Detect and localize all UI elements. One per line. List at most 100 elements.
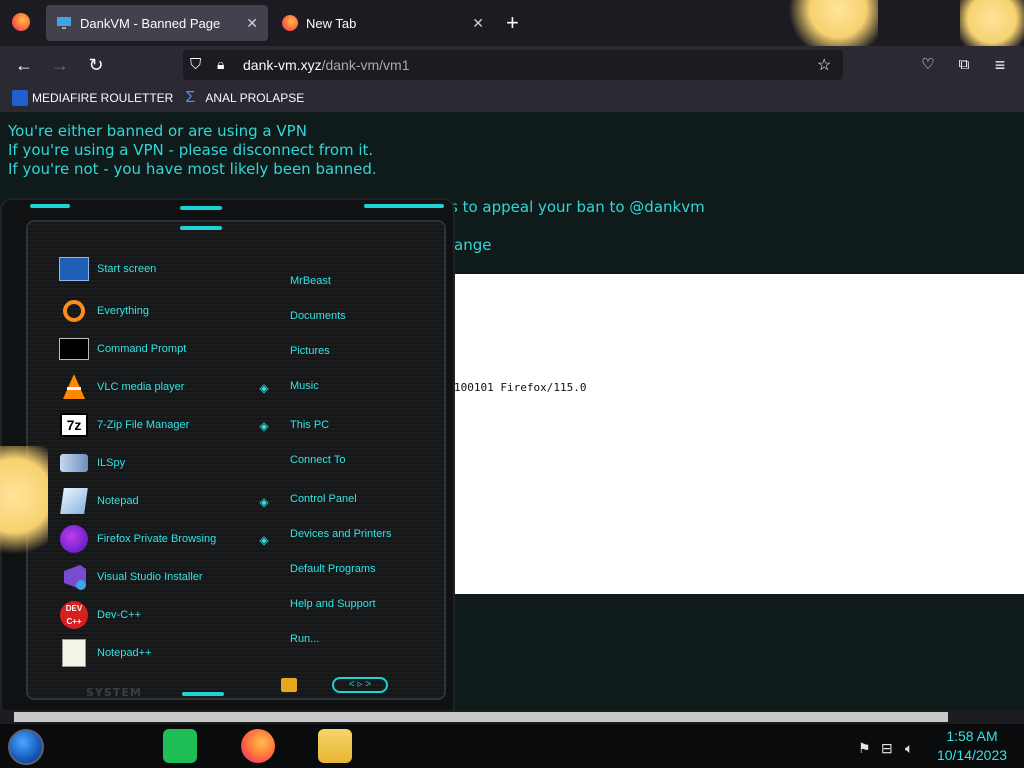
navigation-bar: ← → ↻ ⛉ 🔒︎ dank-vm.xyz/dank-vm/vm1 ☆ ♡ ⧉… <box>0 46 1024 84</box>
ban-line-banned: If you're not - you have most likely bee… <box>8 160 377 178</box>
magnifier-icon <box>58 296 90 326</box>
flag-icon[interactable]: ⚑ <box>858 740 871 757</box>
bookmark-label: MEDIAFIRE ROULETTER <box>32 91 174 105</box>
start-item-notepad[interactable]: Notepad <box>58 484 248 518</box>
taskbar <box>0 710 1024 768</box>
menu-icon[interactable]: ≡ <box>988 54 1012 78</box>
start-link-mrbeast[interactable]: MrBeast <box>290 275 331 287</box>
start-link-help-support[interactable]: Help and Support <box>290 598 376 610</box>
start-link-documents[interactable]: Documents <box>290 310 346 322</box>
start-item-label: Command Prompt <box>97 343 187 355</box>
new-tab-button[interactable]: + <box>506 10 519 36</box>
start-item-label: Notepad++ <box>97 647 152 659</box>
user-account-icon[interactable] <box>281 678 297 692</box>
start-link-connect-to[interactable]: Connect To <box>290 454 345 466</box>
start-item-everything[interactable]: Everything <box>58 294 248 328</box>
system-label: SYSTEM <box>86 686 142 699</box>
firefox-menu-icon[interactable] <box>12 13 30 31</box>
tab-new-tab[interactable]: New Tab ✕ <box>272 5 494 41</box>
start-item-label: Start screen <box>97 263 157 275</box>
start-link-control-panel[interactable]: Control Panel <box>290 493 357 505</box>
pocket-icon[interactable]: ♡ <box>916 54 940 78</box>
submenu-arrow-icon: ◈ <box>259 419 269 433</box>
start-item-notepadpp[interactable]: Notepad++ <box>58 636 248 670</box>
bookmark-second[interactable]: Σ ANAL PROLAPSE <box>185 90 304 106</box>
notes-app-icon[interactable] <box>163 729 197 763</box>
ban-line-partial-end: ange <box>454 236 492 254</box>
submenu-arrow-icon: ◈ <box>259 381 269 395</box>
start-orb-button[interactable] <box>8 729 44 765</box>
cmd-icon <box>58 334 90 364</box>
start-item-firefox-private[interactable]: Firefox Private Browsing <box>58 522 248 556</box>
start-item-label: Everything <box>97 305 149 317</box>
start-item-7zip[interactable]: 7z 7-Zip File Manager <box>58 408 248 442</box>
sigma-icon: Σ <box>185 89 196 106</box>
start-link-music[interactable]: Music <box>290 380 319 392</box>
vlc-cone-icon <box>58 372 90 402</box>
start-link-devices-printers[interactable]: Devices and Printers <box>290 528 392 540</box>
anime-sticker <box>0 446 48 570</box>
firefox-private-icon <box>58 524 90 554</box>
start-link-pictures[interactable]: Pictures <box>290 345 330 357</box>
clock-time[interactable]: 1:58 AM <box>942 728 1002 744</box>
network-icon[interactable]: ⊟ <box>881 740 893 757</box>
menu-accent-bar <box>182 692 224 696</box>
start-item-start-screen[interactable]: Start screen <box>58 252 248 286</box>
close-icon[interactable]: ✕ <box>246 15 258 32</box>
mediafire-icon <box>12 90 28 106</box>
menu-accent-bar <box>180 226 222 230</box>
taskbar-strip <box>0 710 1024 724</box>
start-item-label: 7-Zip File Manager <box>97 419 190 431</box>
start-item-vlc[interactable]: VLC media player <box>58 370 248 404</box>
url-text[interactable]: dank-vm.xyz/dank-vm/vm1 <box>243 57 410 73</box>
start-item-devcpp[interactable]: DEV C++ Dev-C++ <box>58 598 248 632</box>
reload-icon[interactable]: ↻ <box>84 54 108 78</box>
ban-line-vpn: If you're using a VPN - please disconnec… <box>8 141 374 159</box>
forward-arrow-icon[interactable]: → <box>48 54 72 78</box>
start-item-label: VLC media player <box>97 381 185 393</box>
ban-line-appeal: s to appeal your ban to @dankvm <box>450 198 705 216</box>
start-item-label: Dev-C++ <box>97 609 142 621</box>
submenu-arrow-icon: ◈ <box>259 495 269 509</box>
extensions-icon[interactable]: ⧉ <box>952 54 976 78</box>
firefox-icon[interactable] <box>241 729 275 763</box>
bookmark-label: ANAL PROLAPSE <box>205 91 305 105</box>
shield-icon[interactable]: ⛉ <box>190 56 201 73</box>
start-link-run[interactable]: Run... <box>290 633 319 645</box>
start-item-label: Notepad <box>97 495 139 507</box>
tab-strip: DankVM - Banned Page ✕ New Tab ✕ + <box>0 0 1024 62</box>
start-link-default-programs[interactable]: Default Programs <box>290 563 376 575</box>
tab-dankvm[interactable]: DankVM - Banned Page ✕ <box>46 5 268 41</box>
start-link-this-pc[interactable]: This PC <box>290 419 329 431</box>
firefox-icon <box>282 15 298 31</box>
close-icon[interactable]: ✕ <box>472 15 484 32</box>
submenu-arrow-icon: ◈ <box>259 533 269 547</box>
tab-title: New Tab <box>306 15 357 31</box>
start-item-command-prompt[interactable]: Command Prompt <box>58 332 248 366</box>
lock-icon[interactable]: 🔒︎ <box>217 56 224 73</box>
devcpp-icon: DEV C++ <box>58 600 90 630</box>
monitor-icon <box>57 17 71 29</box>
menu-accent-bar <box>180 206 222 210</box>
start-item-visual-studio[interactable]: Visual Studio Installer <box>58 560 248 594</box>
start-item-label: Visual Studio Installer <box>97 571 203 583</box>
start-item-label: ILSpy <box>97 457 126 469</box>
start-item-label: Firefox Private Browsing <box>97 533 217 545</box>
shutdown-options-button[interactable]: < ▹ > <box>332 677 388 693</box>
anime-sticker <box>778 0 878 46</box>
bookmark-mediafire[interactable]: MEDIAFIRE ROULETTER <box>12 90 173 106</box>
menu-accent-bar <box>30 204 70 208</box>
horizontal-scrollbar[interactable] <box>14 712 948 722</box>
start-screen-icon <box>58 254 90 284</box>
back-arrow-icon[interactable]: ← <box>12 54 36 78</box>
bookmark-star-icon[interactable]: ☆ <box>817 55 831 75</box>
ban-heading: You're either banned or are using a VPN <box>8 122 307 140</box>
file-explorer-icon[interactable] <box>318 729 352 763</box>
start-item-ilspy[interactable]: ILSpy <box>58 446 248 480</box>
clock-date[interactable]: 10/14/2023 <box>932 747 1012 763</box>
useragent-text: 100101 Firefox/115.0 <box>454 381 587 394</box>
volume-icon[interactable]: 🔈︎ <box>905 740 913 757</box>
url-bar[interactable]: ⛉ 🔒︎ dank-vm.xyz/dank-vm/vm1 ☆ <box>183 50 843 80</box>
tab-title: DankVM - Banned Page <box>80 15 221 31</box>
ilspy-icon <box>58 448 90 478</box>
